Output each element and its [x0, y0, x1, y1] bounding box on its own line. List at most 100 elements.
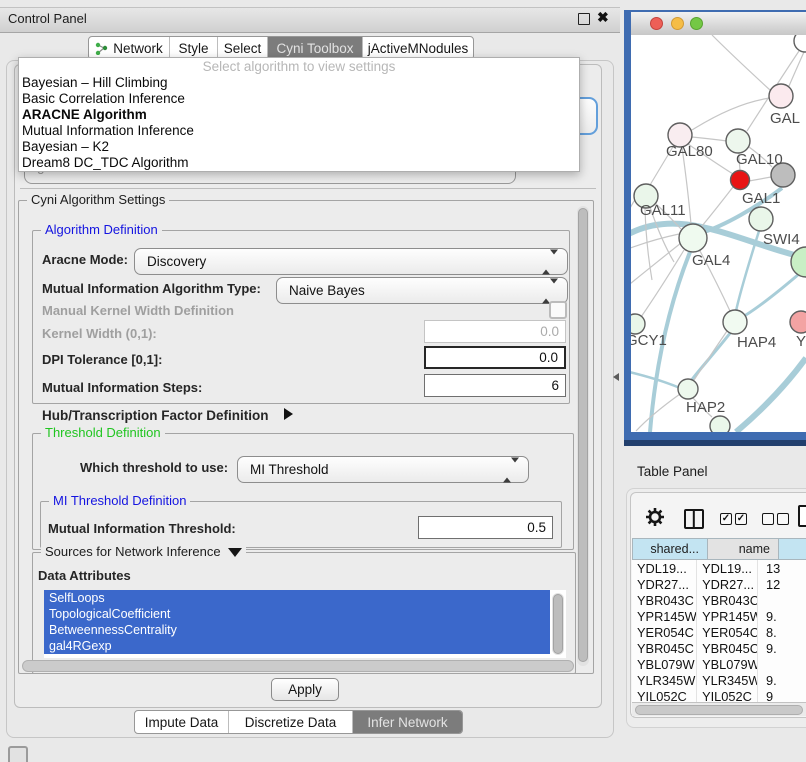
tab-jactivemnodules[interactable]: jActiveMNodules	[363, 37, 473, 59]
close-icon[interactable]: ✖	[597, 9, 609, 26]
expand-arrow-icon[interactable]	[284, 408, 293, 420]
tab-network[interactable]: Network	[89, 37, 170, 59]
attribute-item[interactable]: SelfLoops	[44, 590, 550, 606]
hub-definition-label[interactable]: Hub/Transcription Factor Definition	[42, 408, 269, 423]
deselect-all-checkbox-icon[interactable]	[777, 513, 789, 525]
network-edge[interactable]	[631, 234, 679, 250]
settings-vertical-scrollbar[interactable]	[577, 206, 589, 666]
minimized-panel-icon[interactable]	[8, 746, 28, 762]
table-row[interactable]: YDL19...YDL19...13	[632, 560, 806, 576]
table-cell: 12	[758, 576, 806, 592]
threshold-definition-title: Threshold Definition	[41, 425, 165, 441]
network-canvas[interactable]: GALGAL80GAL10GAL1GAL11SWI4GAL4GCY1HAP4YH…	[631, 35, 806, 432]
control-panel-title: Control Panel	[8, 11, 87, 26]
algorithm-option[interactable]: Basic Correlation Inference	[19, 91, 579, 107]
column-view-icon[interactable]	[684, 509, 704, 529]
float-window-icon[interactable]	[578, 13, 590, 25]
network-node-gal4[interactable]	[679, 224, 707, 252]
table-cell: 9.	[758, 640, 806, 656]
cyni-group-title: Cyni Algorithm Settings	[27, 192, 169, 208]
network-edge[interactable]	[789, 52, 804, 86]
table-cell: YDR27...	[697, 576, 758, 592]
which-threshold-combobox[interactable]: MI Threshold	[237, 456, 529, 483]
table-header-row: shared...nameA	[632, 538, 806, 560]
network-node-gcy1[interactable]	[631, 314, 645, 334]
attribute-item[interactable]: TopologicalCoefficient	[44, 606, 550, 622]
tab-discretize-data[interactable]: Discretize Data	[229, 711, 353, 733]
table-row[interactable]: YDR27...YDR27...12	[632, 576, 806, 592]
network-window-titlebar[interactable]	[631, 12, 806, 36]
algorithm-option[interactable]: Dream8 DC_TDC Algorithm	[19, 155, 579, 171]
aracne-mode-combobox[interactable]: Discovery	[134, 248, 568, 275]
attribute-item[interactable]: BetweennessCentrality	[44, 622, 550, 638]
data-attributes-label: Data Attributes	[38, 568, 131, 583]
table-row[interactable]: YLR345WYLR345W9.	[632, 672, 806, 688]
algorithm-option[interactable]: Bayesian – K2	[19, 139, 579, 155]
network-node-gal1[interactable]	[731, 171, 750, 190]
list-vertical-scrollbar[interactable]	[552, 593, 564, 655]
table-cell: YIL052C	[632, 688, 697, 702]
network-node[interactable]	[794, 35, 806, 52]
deselect-all-checkbox-icon[interactable]	[762, 513, 774, 525]
network-edge[interactable]	[631, 243, 681, 288]
table-row[interactable]: YBL079WYBL079W	[632, 656, 806, 672]
apply-button[interactable]: Apply	[271, 678, 339, 701]
manual-kernel-width-checkbox[interactable]	[549, 301, 567, 319]
mi-threshold-field[interactable]: 0.5	[418, 516, 553, 539]
column-header[interactable]: name	[708, 538, 779, 560]
table-row[interactable]: YBR043CYBR043C	[632, 592, 806, 608]
minimize-window-icon[interactable]	[671, 17, 684, 30]
tab-label: Discretize Data	[245, 715, 337, 730]
network-node[interactable]	[749, 207, 773, 231]
network-edge[interactable]	[736, 358, 806, 432]
dpi-tolerance-field[interactable]: 0.0	[424, 346, 566, 369]
algorithm-option[interactable]: ARACNE Algorithm	[19, 107, 579, 123]
table-row[interactable]: YPR145WYPR145W9.	[632, 608, 806, 624]
table-cell: YDL19...	[632, 560, 697, 576]
export-table-icon[interactable]	[798, 505, 806, 527]
select-all-checkbox-icon[interactable]: ✓	[735, 513, 747, 525]
tab-infer-network[interactable]: Infer Network	[353, 711, 462, 733]
network-edge[interactable]	[739, 274, 799, 319]
sources-group-title[interactable]: Sources for Network Inference	[41, 544, 246, 560]
network-node-label: HAP2	[686, 399, 725, 416]
network-node-gal[interactable]	[769, 84, 793, 108]
network-node-gal10[interactable]	[726, 129, 750, 153]
network-edge[interactable]	[712, 35, 770, 90]
select-all-checkbox-icon[interactable]: ✓	[720, 513, 732, 525]
table-settings-gear-icon[interactable]	[645, 507, 665, 532]
network-edge[interactable]	[692, 137, 727, 141]
network-node-hap2[interactable]	[678, 379, 698, 399]
tab-cyni-toolbox[interactable]: Cyni Toolbox	[268, 37, 363, 59]
tab-impute-data[interactable]: Impute Data	[135, 711, 229, 733]
network-node-hap4[interactable]	[723, 310, 747, 334]
algorithm-option[interactable]: Mutual Information Inference	[19, 123, 579, 139]
column-header[interactable]: A	[779, 538, 806, 560]
network-edge[interactable]	[691, 332, 731, 381]
network-edge[interactable]	[636, 394, 680, 431]
zoom-window-icon[interactable]	[690, 17, 703, 30]
splitter-collapse-icon[interactable]	[613, 373, 619, 381]
network-node[interactable]	[710, 416, 730, 432]
table-row[interactable]: YER054CYER054C8.	[632, 624, 806, 640]
table-row[interactable]: YBR045CYBR045C9.	[632, 640, 806, 656]
algorithm-option[interactable]: Bayesian – Hill Climbing	[19, 75, 579, 91]
mi-algorithm-type-combobox[interactable]: Naive Bayes	[276, 277, 568, 304]
which-threshold-value: MI Threshold	[250, 462, 329, 477]
table-cell: 9.	[758, 608, 806, 624]
table-horizontal-scrollbar[interactable]	[632, 702, 806, 716]
network-edge[interactable]	[749, 177, 771, 181]
mi-steps-field[interactable]: 6	[424, 374, 566, 397]
network-edge[interactable]	[694, 331, 727, 380]
tab-select[interactable]: Select	[218, 37, 268, 59]
network-node-y[interactable]	[790, 311, 806, 333]
tab-style[interactable]: Style	[170, 37, 218, 59]
table-row[interactable]: YIL052CYIL052C9	[632, 688, 806, 702]
column-header[interactable]: shared...	[632, 538, 708, 560]
settings-horizontal-scrollbar[interactable]	[22, 660, 574, 672]
network-node-swi4[interactable]	[791, 247, 806, 277]
attribute-item[interactable]: gal4RGexp	[44, 638, 550, 654]
table-cell: YBL079W	[632, 656, 697, 672]
close-window-icon[interactable]	[650, 17, 663, 30]
kernel-width-field[interactable]: 0.0	[424, 320, 566, 343]
